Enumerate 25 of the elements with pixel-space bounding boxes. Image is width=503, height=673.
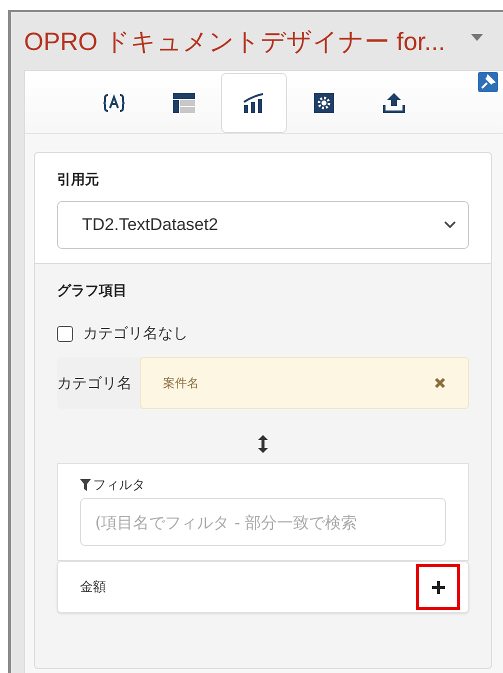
section-heading: グラフ項目 [57, 282, 128, 300]
checkbox-label: カテゴリ名なし [83, 324, 188, 343]
category-label: カテゴリ名 [57, 372, 133, 394]
filter-icon [80, 479, 91, 491]
pin-icon[interactable] [478, 72, 498, 92]
category-field[interactable]: 案件名 [140, 357, 469, 409]
remove-icon[interactable] [434, 377, 446, 389]
add-button[interactable] [416, 564, 460, 610]
filter-field[interactable]: (項目名でフィルタ - 部分一致で検索 [80, 498, 446, 546]
tab[interactable] [221, 73, 287, 133]
checkbox[interactable] [57, 326, 73, 342]
source-select[interactable]: TD2.TextDataset2 [57, 201, 469, 249]
upload-icon [383, 93, 405, 113]
settings-icon [313, 93, 335, 113]
variable-icon [103, 93, 125, 113]
source-label: 引用元 [57, 171, 100, 189]
window-title: OPRO ドキュメントデザイナー for... [24, 26, 446, 58]
caret-icon[interactable] [471, 34, 483, 40]
vertical-arrows-icon[interactable] [258, 435, 268, 453]
plus-icon [432, 580, 444, 594]
table-icon [173, 93, 195, 113]
chevron-down-icon [444, 221, 456, 229]
chart-icon [243, 93, 265, 113]
field-item[interactable]: 金額 [57, 561, 469, 613]
filter-label: フィルタ [93, 477, 145, 494]
